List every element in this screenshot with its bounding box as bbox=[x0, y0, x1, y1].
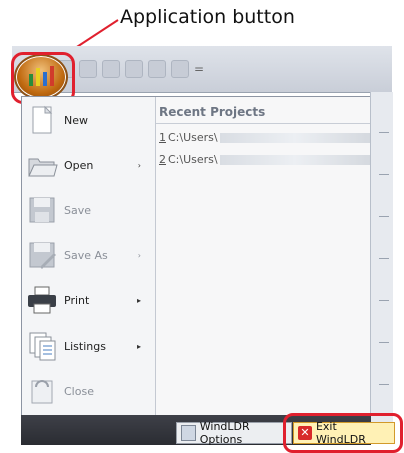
new-document-icon bbox=[26, 104, 58, 136]
submenu-arrow-icon: ▸ bbox=[136, 341, 141, 351]
qat-customize-dropdown[interactable]: = bbox=[194, 61, 204, 77]
options-icon bbox=[181, 425, 196, 441]
application-menu: New Open › Save Save As › Print ▸ Listin… bbox=[21, 96, 371, 416]
menu-item-open[interactable]: Open › bbox=[26, 144, 151, 186]
menu-item-close-label: Close bbox=[64, 384, 94, 398]
menu-item-new[interactable]: New bbox=[26, 99, 151, 141]
open-folder-icon bbox=[26, 149, 58, 181]
recent-item-path: C:\Users\ bbox=[168, 153, 218, 166]
recent-projects-divider bbox=[156, 123, 370, 124]
qat-undo-icon[interactable] bbox=[79, 60, 97, 78]
save-as-icon bbox=[26, 239, 58, 271]
menu-item-listings-label: Listings bbox=[64, 339, 106, 353]
menu-item-save-label: Save bbox=[64, 203, 92, 217]
recent-item-path: C:\Users\ bbox=[168, 131, 218, 144]
quick-access-toolbar: = bbox=[56, 59, 204, 79]
save-disk-icon bbox=[26, 194, 58, 226]
recent-item-number: 1 bbox=[159, 131, 166, 144]
qat-upload-icon[interactable] bbox=[171, 60, 189, 78]
recent-item-number: 2 bbox=[159, 153, 166, 166]
menu-item-print-label: Print bbox=[64, 293, 90, 307]
window-right-edge bbox=[370, 92, 393, 444]
listings-icon bbox=[26, 330, 58, 362]
menu-item-save-as-label: Save As bbox=[64, 248, 108, 262]
windldr-options-button[interactable]: WindLDR Options bbox=[176, 420, 292, 446]
windldr-options-label: WindLDR Options bbox=[199, 420, 250, 446]
menu-item-open-label: Open bbox=[64, 158, 94, 172]
recent-projects-pane: Recent Projects 1 C:\Users\ 2 C:\Users\ bbox=[156, 97, 370, 415]
qat-compile-icon[interactable] bbox=[125, 60, 143, 78]
menu-item-new-label: New bbox=[64, 113, 88, 127]
recent-project-item[interactable]: 2 C:\Users\ bbox=[159, 153, 370, 166]
submenu-arrow-icon: › bbox=[137, 160, 141, 170]
redacted-path bbox=[219, 154, 370, 165]
qat-redo-icon[interactable] bbox=[102, 60, 120, 78]
exit-button-highlight bbox=[283, 413, 403, 453]
menu-item-save-as[interactable]: Save As › bbox=[26, 234, 151, 276]
menu-item-close[interactable]: Close bbox=[26, 370, 151, 412]
menu-item-listings[interactable]: Listings ▸ bbox=[26, 325, 151, 367]
recent-projects-title: Recent Projects bbox=[159, 105, 266, 119]
submenu-arrow-icon: › bbox=[137, 250, 141, 260]
submenu-arrow-icon: ▸ bbox=[136, 295, 141, 305]
redacted-path bbox=[219, 132, 370, 143]
qat-download-icon[interactable] bbox=[148, 60, 166, 78]
menu-commands-pane: New Open › Save Save As › Print ▸ Listin… bbox=[22, 97, 156, 415]
recent-project-item[interactable]: 1 C:\Users\ bbox=[159, 131, 370, 144]
close-document-icon bbox=[26, 375, 58, 407]
menu-item-print[interactable]: Print ▸ bbox=[26, 279, 151, 321]
printer-icon bbox=[26, 284, 58, 316]
menu-item-save[interactable]: Save bbox=[26, 189, 151, 231]
